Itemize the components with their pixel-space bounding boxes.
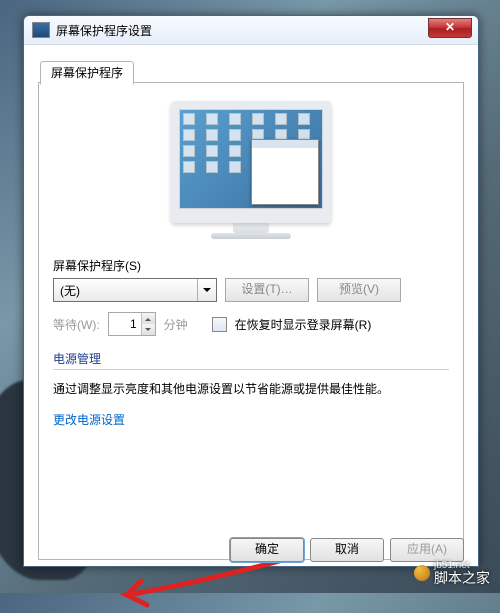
dropdown-value: (无)	[60, 282, 80, 299]
change-power-settings-link[interactable]: 更改电源设置	[53, 413, 125, 427]
wait-input[interactable]	[109, 313, 141, 335]
titlebar[interactable]: 屏幕保护程序设置 ✕	[24, 16, 478, 45]
watermark: jb51.net 脚本之家	[414, 561, 490, 585]
annotation-arrow	[97, 553, 297, 613]
window-title: 屏幕保护程序设置	[56, 22, 152, 39]
ok-button[interactable]: 确定	[230, 538, 304, 562]
spinner-down-icon[interactable]	[142, 324, 155, 335]
apply-button[interactable]: 应用(A)	[390, 538, 464, 562]
watermark-text: 脚本之家	[434, 571, 490, 585]
wait-unit: 分钟	[164, 316, 188, 333]
wait-minutes-spinner[interactable]	[108, 312, 156, 336]
watermark-url: jb51.net	[434, 561, 490, 571]
screensaver-settings-window: 屏幕保护程序设置 ✕ 屏幕保护程序	[23, 15, 479, 567]
cancel-button[interactable]: 取消	[310, 538, 384, 562]
power-description: 通过调整显示亮度和其他电源设置以节省能源或提供最佳性能。	[53, 380, 449, 397]
tab-screensaver[interactable]: 屏幕保护程序	[40, 61, 134, 85]
app-icon	[32, 22, 50, 38]
screensaver-dropdown[interactable]: (无)	[53, 278, 217, 302]
spinner-up-icon[interactable]	[142, 313, 155, 324]
chevron-down-icon	[197, 279, 216, 301]
preview-monitor	[171, 101, 331, 239]
screensaver-label: 屏幕保护程序(S)	[53, 257, 449, 274]
close-button[interactable]: ✕	[428, 18, 472, 38]
resume-login-label: 在恢复时显示登录屏幕(R)	[235, 316, 372, 333]
watermark-logo-icon	[414, 565, 430, 581]
settings-button[interactable]: 设置(T)…	[225, 278, 309, 302]
preview-button[interactable]: 预览(V)	[317, 278, 401, 302]
wait-label: 等待(W):	[53, 316, 100, 333]
tab-page: 屏幕保护程序(S) (无) 设置(T)… 预览(V) 等待(W): 分钟 在恢复…	[38, 82, 464, 560]
power-group-title: 电源管理	[53, 350, 449, 367]
resume-login-checkbox[interactable]	[212, 317, 227, 332]
